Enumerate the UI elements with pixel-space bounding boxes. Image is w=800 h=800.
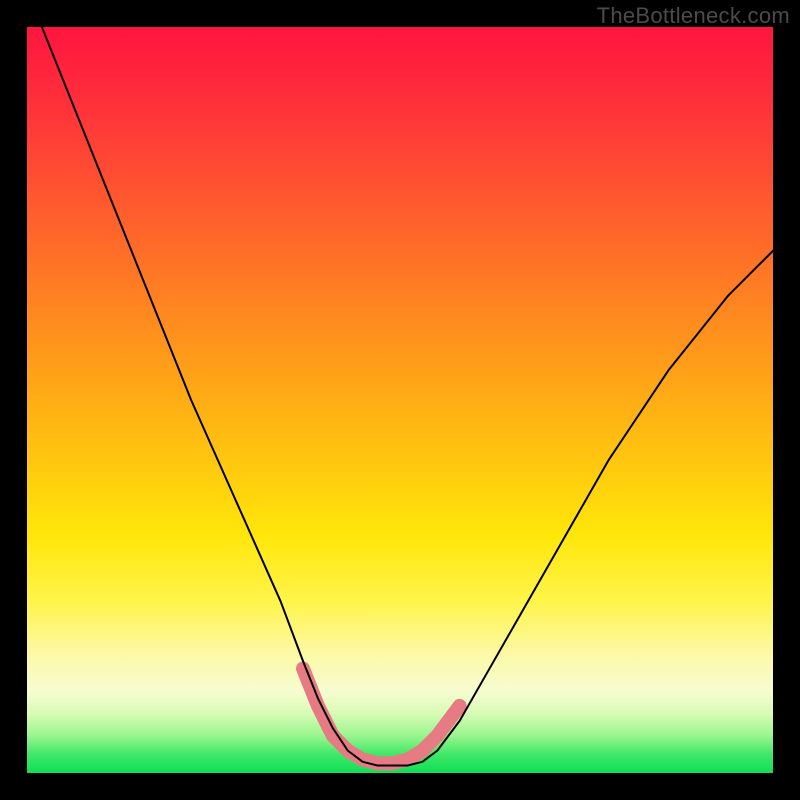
plot-area bbox=[27, 27, 773, 773]
chart-svg bbox=[27, 27, 773, 773]
chart-frame: TheBottleneck.com bbox=[0, 0, 800, 800]
watermark-text: TheBottleneck.com bbox=[597, 3, 790, 29]
black-curve bbox=[42, 27, 773, 766]
